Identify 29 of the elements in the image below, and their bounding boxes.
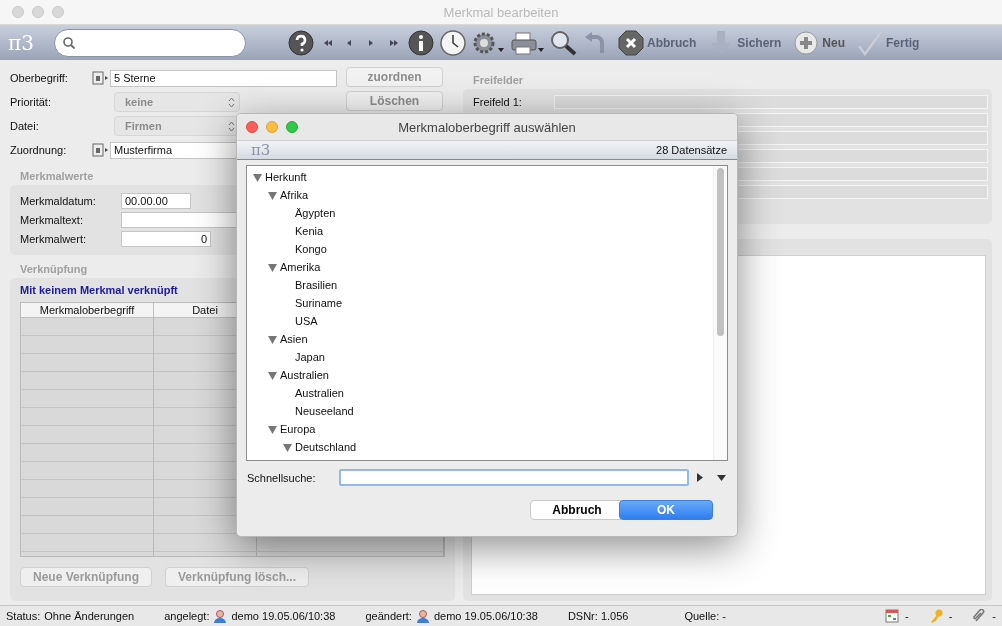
section-title: Verknüpfung: [20, 263, 88, 275]
status-text: DSNr: 1.056: [567, 610, 629, 622]
status-text: Quelle: -: [684, 610, 726, 622]
status-text: Ohne Änderungen: [44, 610, 135, 622]
status-text: -: [905, 610, 909, 622]
field-label: Datei:: [10, 120, 40, 132]
field-label: angelegt:: [164, 610, 210, 622]
status-text: -: [992, 610, 996, 622]
section-title: Merkmalwerte: [20, 170, 94, 182]
status-text: demo 19.05.06/10:38: [231, 610, 336, 622]
status-text: demo 19.05.06/10:38: [433, 610, 538, 622]
field-label: Zuordnung:: [10, 144, 68, 156]
window-title: Merkmal bearbeiten: [443, 4, 559, 20]
status-message: Mit keinem Merkmal verknüpft: [20, 284, 178, 296]
field-label: Merkmaltext:: [20, 214, 84, 226]
field-label: Schnellsuche:: [247, 471, 317, 484]
status-label: Status:: [6, 610, 41, 622]
section-title: Freifelder: [473, 74, 524, 86]
field-label: Merkmaldatum:: [20, 195, 97, 207]
field-label: Merkmalwert:: [20, 233, 87, 245]
record-count: 28 Datensätze: [656, 144, 727, 156]
app-logo: π3: [251, 141, 271, 159]
field-label: Freifeld 1:: [473, 96, 523, 108]
app-logo: π3: [8, 30, 35, 55]
field-label: Oberbegriff:: [10, 72, 69, 84]
field-label: geändert:: [365, 610, 412, 622]
field-label: Priorität:: [10, 96, 52, 108]
dialog-title: Merkmaloberbegriff auswählen: [398, 119, 576, 135]
status-text: -: [948, 610, 953, 622]
